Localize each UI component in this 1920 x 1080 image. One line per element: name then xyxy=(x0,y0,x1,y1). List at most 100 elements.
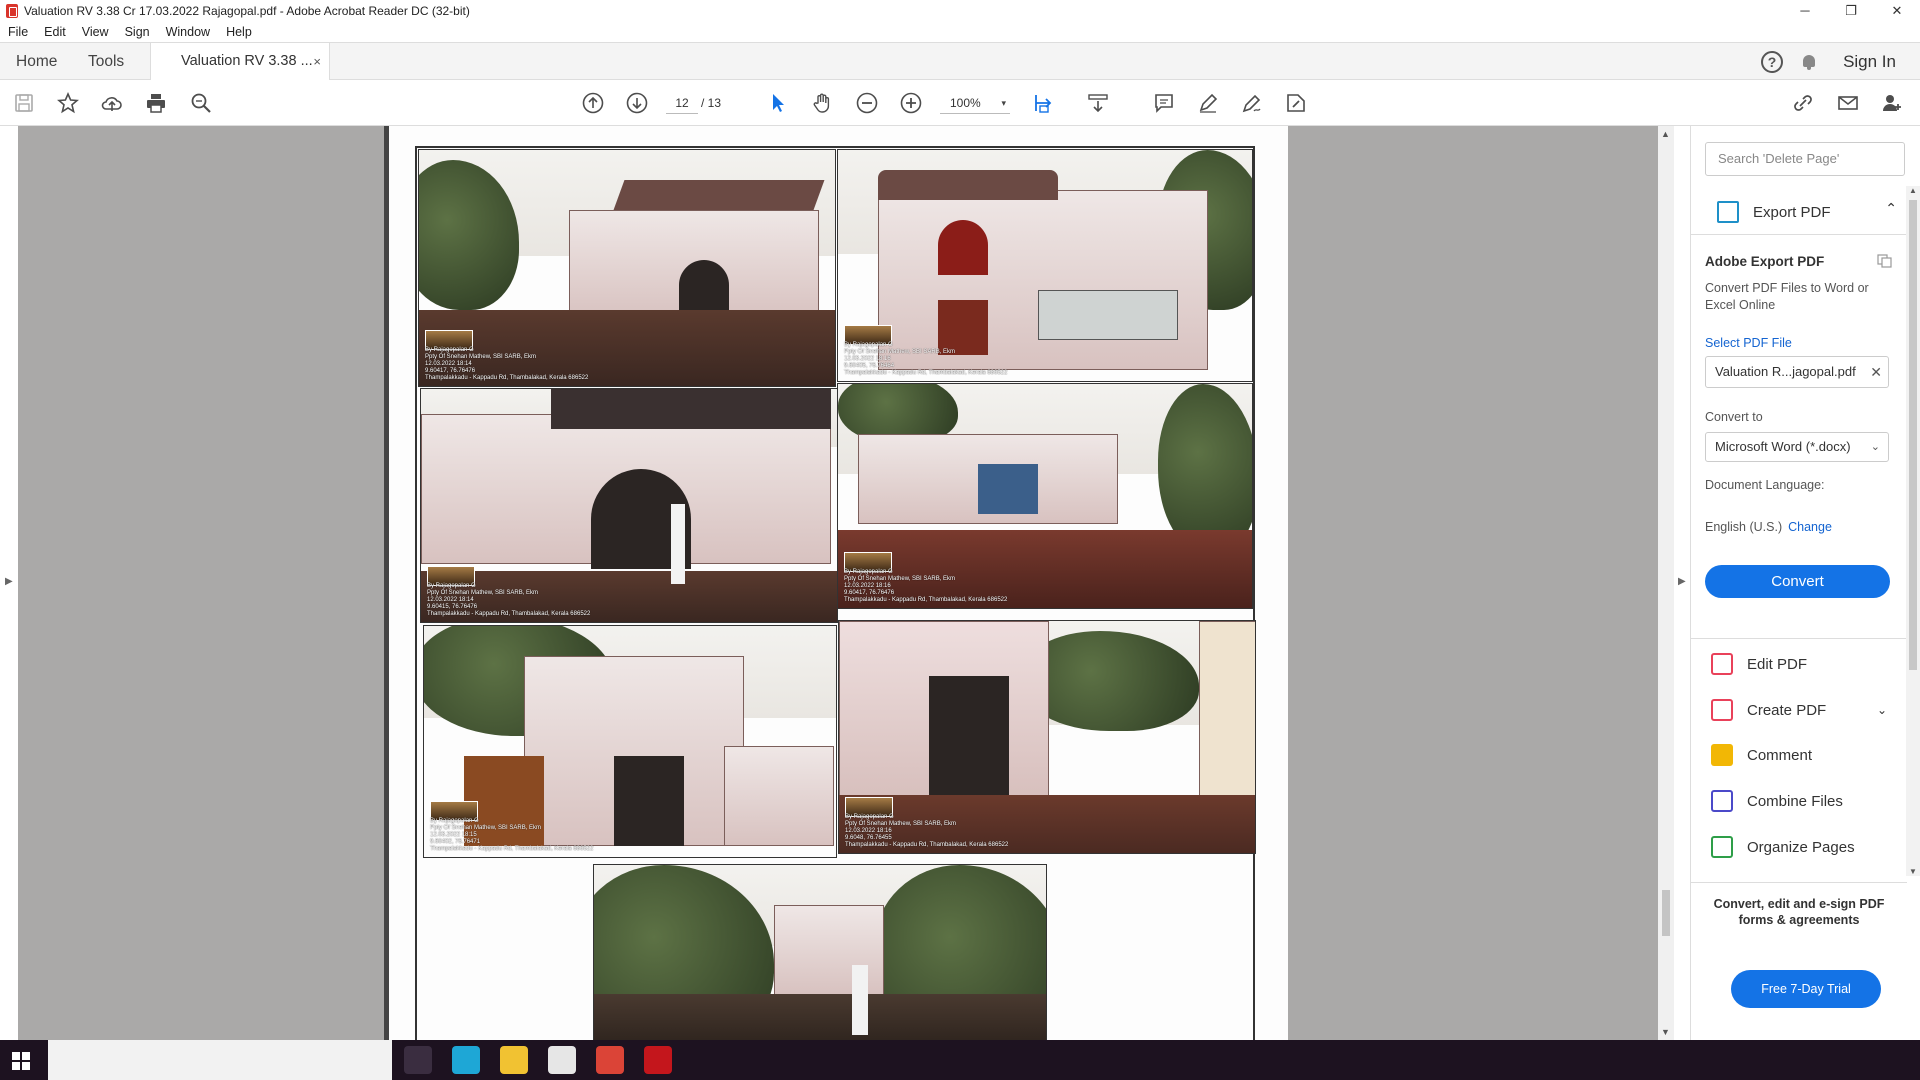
property-photo: By Rajagopalan G Ppty Of Snehan Mathew, … xyxy=(420,388,838,623)
tool-label: Comment xyxy=(1747,746,1813,764)
add-user-icon[interactable] xyxy=(1880,91,1904,115)
zoom-level-value: 100% xyxy=(950,96,981,110)
tab-tools[interactable]: Tools xyxy=(88,43,124,80)
document-scrollbar[interactable]: ▲ ▼ xyxy=(1658,126,1674,1040)
taskbar-search-box[interactable] xyxy=(48,1040,392,1080)
scroll-down-icon[interactable]: ▼ xyxy=(1661,1027,1670,1037)
tab-close-icon[interactable]: × xyxy=(313,43,321,80)
tool-organize-pages[interactable]: Organize Pages xyxy=(1711,832,1901,862)
tab-document-label: Valuation RV 3.38 ... xyxy=(181,53,313,69)
file-explorer-icon[interactable] xyxy=(500,1046,528,1074)
acrobat-taskbar-icon[interactable] xyxy=(644,1046,672,1074)
export-pdf-header[interactable]: Export PDF ⌃ xyxy=(1705,196,1905,228)
zoom-level-select[interactable]: 100% ▾ xyxy=(940,92,1010,114)
menu-view[interactable]: View xyxy=(74,25,117,39)
page-number-input[interactable]: 12 xyxy=(666,92,698,114)
property-photo: By Rajagopalan G Ppty Of Snehan Mathew, … xyxy=(837,383,1253,609)
scroll-up-icon[interactable]: ▲ xyxy=(1909,186,1917,195)
print-icon[interactable] xyxy=(144,91,168,115)
page-fit-icon[interactable] xyxy=(1032,91,1056,115)
select-pdf-file-link[interactable]: Select PDF File xyxy=(1705,336,1792,350)
notifications-bell-icon[interactable] xyxy=(1801,53,1817,71)
scrolling-mode-icon[interactable] xyxy=(1086,91,1110,115)
tool-label: Combine Files xyxy=(1747,792,1843,810)
tools-pane-scrollbar[interactable]: ▲ ▼ xyxy=(1906,186,1920,876)
property-photo: By Rajagopalan G Ppty Of Snehan Mathew, … xyxy=(423,625,837,858)
select-cursor-icon[interactable] xyxy=(766,91,790,115)
tool-edit-pdf[interactable]: Edit PDF xyxy=(1711,649,1901,679)
expand-chevron-icon[interactable]: ⌄ xyxy=(1877,703,1887,717)
create-pdf-tool-icon xyxy=(1711,699,1733,721)
change-language-link[interactable]: Change xyxy=(1788,520,1832,534)
task-view-icon[interactable] xyxy=(404,1046,432,1074)
store-icon[interactable] xyxy=(548,1046,576,1074)
free-trial-button[interactable]: Free 7-Day Trial xyxy=(1731,970,1881,1008)
collapse-chevron-icon[interactable]: ⌃ xyxy=(1885,200,1897,217)
photo-caption: By Rajagopalan G Ppty Of Snehan Mathew, … xyxy=(425,347,589,381)
tab-document[interactable]: Valuation RV 3.38 ... × xyxy=(150,43,330,81)
previous-page-icon[interactable] xyxy=(581,91,605,115)
zoom-out-icon[interactable] xyxy=(855,91,879,115)
combine-files-tool-icon xyxy=(1711,790,1733,812)
help-icon[interactable]: ? xyxy=(1761,51,1784,73)
selected-file-field[interactable]: Valuation R...jagopal.pdf ✕ xyxy=(1705,356,1889,388)
scrollbar-thumb[interactable] xyxy=(1909,200,1917,670)
tool-combine-files[interactable]: Combine Files xyxy=(1711,786,1901,816)
bookmark-star-icon[interactable] xyxy=(56,91,80,115)
next-page-icon[interactable] xyxy=(625,91,649,115)
tools-search-input[interactable]: Search 'Delete Page' xyxy=(1705,142,1905,176)
menu-sign[interactable]: Sign xyxy=(117,25,158,39)
share-link-icon[interactable] xyxy=(1791,91,1815,115)
organize-pages-tool-icon xyxy=(1711,836,1733,858)
photo-caption: By Rajagopalan G Ppty Of Snehan Mathew, … xyxy=(427,583,591,617)
zoom-in-icon[interactable] xyxy=(899,91,923,115)
scroll-up-icon[interactable]: ▲ xyxy=(1661,129,1670,139)
tool-comment[interactable]: Comment xyxy=(1711,740,1901,770)
highlight-pen-icon[interactable] xyxy=(1196,91,1220,115)
edit-pdf-tool-icon xyxy=(1711,653,1733,675)
tab-home[interactable]: Home xyxy=(16,43,57,80)
convert-button[interactable]: Convert xyxy=(1705,565,1890,598)
tool-label: Organize Pages xyxy=(1747,838,1855,856)
comment-tool-icon xyxy=(1711,744,1733,766)
remove-file-icon[interactable]: ✕ xyxy=(1870,357,1882,387)
hand-tool-icon[interactable] xyxy=(810,91,834,115)
comment-icon[interactable] xyxy=(1152,91,1176,115)
menu-help[interactable]: Help xyxy=(218,25,260,39)
header-right: ? Sign In xyxy=(1761,43,1920,81)
window-controls: ─ ❐ ✕ xyxy=(1782,0,1920,22)
right-panel-toggle[interactable]: ▶ xyxy=(1674,126,1690,1040)
convert-format-select[interactable]: Microsoft Word (*.docx) ⌄ xyxy=(1705,432,1889,462)
expand-left-icon[interactable]: ▶ xyxy=(5,576,13,587)
tools-pane: Search 'Delete Page' Export PDF ⌃ Adobe … xyxy=(1690,126,1920,1040)
photo-caption: By Rajagopalan G Ppty Of Snehan Mathew, … xyxy=(430,818,594,852)
selected-file-name: Valuation R...jagopal.pdf xyxy=(1715,364,1856,379)
fill-sign-icon[interactable] xyxy=(1240,91,1264,115)
divider xyxy=(1691,882,1907,883)
upload-cloud-icon[interactable] xyxy=(100,91,124,115)
document-language-label: Document Language: xyxy=(1705,478,1825,492)
collapse-right-icon[interactable]: ▶ xyxy=(1678,576,1686,587)
zoom-search-icon[interactable] xyxy=(189,91,213,115)
promo-text: Convert, edit and e-sign PDF forms & agr… xyxy=(1713,897,1885,927)
menu-file[interactable]: File xyxy=(0,25,36,39)
email-icon[interactable] xyxy=(1836,91,1860,115)
minimize-button[interactable]: ─ xyxy=(1782,0,1828,22)
document-language: English (U.S.) Change xyxy=(1705,520,1832,534)
edit-pdf-icon[interactable] xyxy=(1284,91,1308,115)
edge-browser-icon[interactable] xyxy=(452,1046,480,1074)
main-toolbar: 12 / 13 100% ▾ xyxy=(0,80,1920,126)
chrome-icon[interactable] xyxy=(596,1046,624,1074)
menu-edit[interactable]: Edit xyxy=(36,25,74,39)
copy-icon[interactable] xyxy=(1877,254,1893,268)
menu-window[interactable]: Window xyxy=(158,25,218,39)
sign-in-button[interactable]: Sign In xyxy=(1843,52,1896,72)
left-panel-toggle[interactable]: ▶ xyxy=(0,126,18,1040)
scrollbar-thumb[interactable] xyxy=(1662,890,1670,936)
save-icon[interactable] xyxy=(12,91,36,115)
windows-start-icon[interactable] xyxy=(12,1052,30,1070)
scroll-down-icon[interactable]: ▼ xyxy=(1909,867,1917,876)
maximize-button[interactable]: ❐ xyxy=(1828,0,1874,22)
close-window-button[interactable]: ✕ xyxy=(1874,0,1920,22)
tool-create-pdf[interactable]: Create PDF ⌄ xyxy=(1711,695,1901,725)
